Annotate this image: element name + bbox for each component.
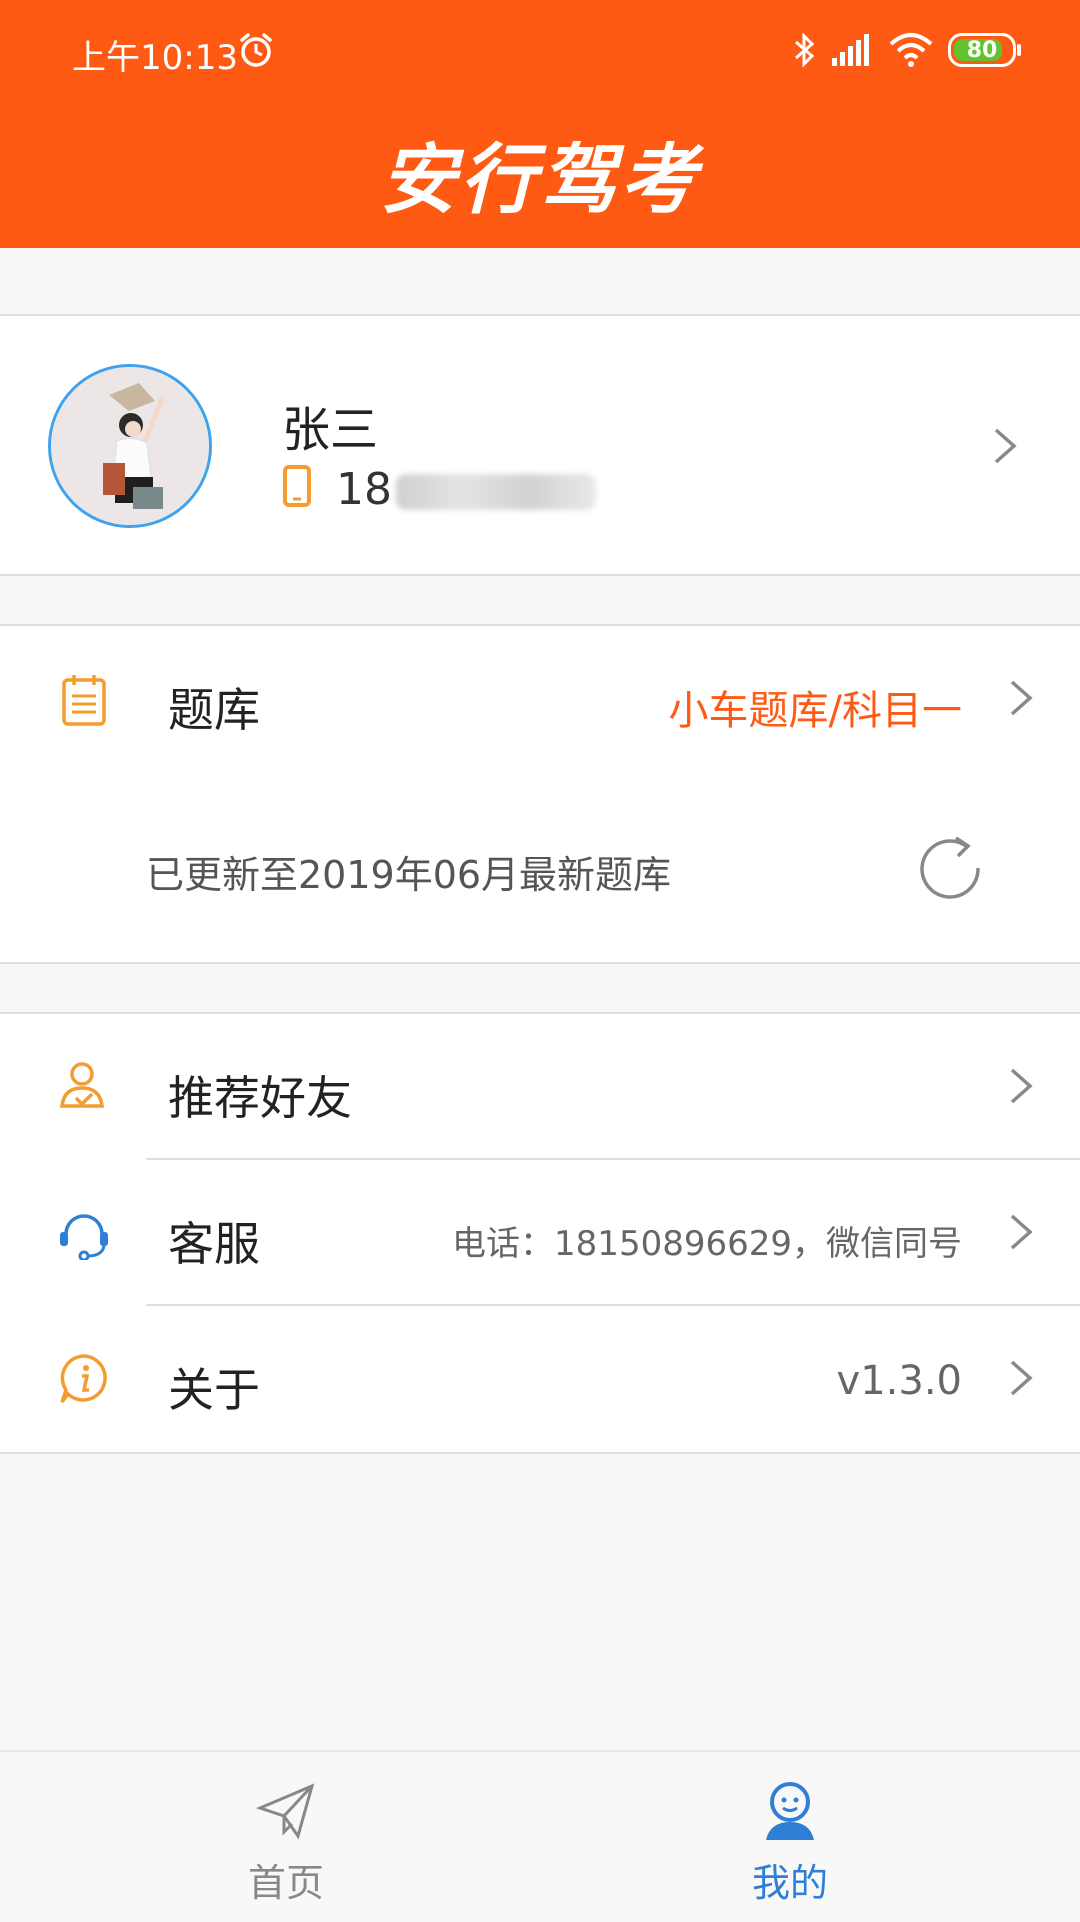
notepad-icon	[62, 675, 106, 726]
nav-home-label: 首页	[247, 1861, 324, 1905]
chevron-right-icon	[1010, 1360, 1033, 1396]
app-version: v1.3.0	[836, 1358, 962, 1404]
app-header: 上午10:13 80 安行驾考	[0, 0, 1080, 248]
battery-indicator: 80	[948, 33, 1021, 67]
service-contact: 电话：18150896629，微信同号	[452, 1224, 962, 1264]
phone-number-blurred	[396, 474, 596, 510]
service-label: 客服	[168, 1217, 260, 1271]
bottom-nav: 首页 我的	[0, 1750, 1080, 1922]
question-bank-value: 小车题库/科目一	[668, 688, 962, 734]
menu-item-service[interactable]: 客服 电话：18150896629，微信同号	[0, 1160, 1080, 1306]
avatar-illustration	[51, 367, 209, 525]
recommend-label: 推荐好友	[168, 1071, 352, 1125]
headset-icon	[60, 1214, 108, 1260]
question-bank-row[interactable]: 题库 小车题库/科目一	[0, 626, 1080, 772]
user-name: 张三	[282, 402, 379, 458]
nav-mine-label: 我的	[751, 1861, 828, 1905]
question-bank-update-text: 已更新至2019年06月最新题库	[146, 853, 672, 897]
profile-card[interactable]: 张三 18	[0, 314, 1080, 576]
alarm-icon	[240, 33, 272, 67]
wifi-icon	[889, 33, 933, 67]
chevron-right-icon	[1010, 1214, 1033, 1250]
paper-plane-icon	[255, 1783, 315, 1840]
question-bank-card: 题库 小车题库/科目一 已更新至2019年06月最新题库	[0, 624, 1080, 964]
chevron-right-icon	[1010, 680, 1033, 716]
phone-number: 18	[336, 464, 596, 515]
signal-icon	[832, 34, 869, 66]
info-icon	[60, 1354, 107, 1404]
app-title: 安行驾考	[380, 135, 700, 224]
user-icon	[766, 1782, 814, 1840]
about-label: 关于	[168, 1363, 260, 1417]
phone-icon	[283, 465, 311, 507]
nav-mine[interactable]: 我的	[640, 1752, 940, 1922]
nav-home[interactable]: 首页	[136, 1752, 436, 1922]
settings-menu: 推荐好友 客服 电话：18150896629，微信同号 关于 v1.3.0	[0, 1012, 1080, 1454]
status-time: 上午10:13	[72, 38, 238, 78]
chevron-right-icon	[1010, 1068, 1033, 1104]
recommend-friend-icon	[60, 1062, 104, 1108]
menu-item-about[interactable]: 关于 v1.3.0	[0, 1306, 1080, 1452]
menu-item-recommend[interactable]: 推荐好友	[0, 1014, 1080, 1160]
bluetooth-icon	[795, 32, 815, 68]
status-icons: 80	[792, 30, 1021, 70]
avatar[interactable]	[48, 364, 212, 528]
refresh-icon[interactable]	[916, 832, 986, 902]
chevron-right-icon	[994, 428, 1017, 464]
status-bar: 上午10:13 80	[0, 0, 1080, 100]
question-bank-label: 题库	[168, 683, 260, 737]
